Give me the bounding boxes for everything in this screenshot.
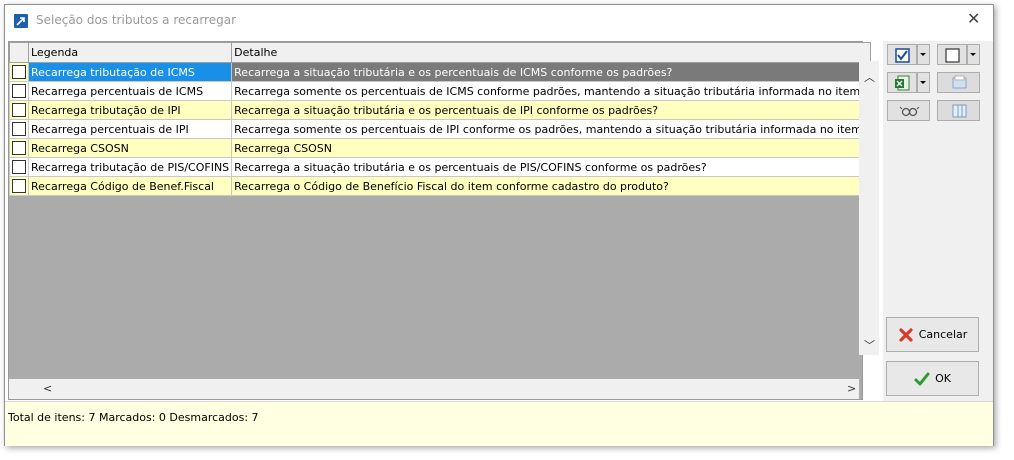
row-checkbox[interactable] [12,103,26,117]
row-checkbox[interactable] [12,84,26,98]
scroll-right-icon[interactable]: > [847,382,856,395]
window-title: Seleção dos tributos a recarregar [36,13,237,27]
row-checkbox[interactable] [12,141,26,155]
row-checkbox[interactable] [12,122,26,136]
uncheck-all-icon [945,48,960,63]
close-icon[interactable]: ✕ [967,11,980,27]
row-checkbox[interactable] [12,160,26,174]
row-detalhe[interactable]: Recarrega a situação tributária e os per… [231,100,871,120]
status-text: Total de itens: 7 Marcados: 0 Desmarcado… [8,411,259,424]
row-detalhe[interactable]: Recarrega CSOSN [231,138,871,158]
column-header-detalhe[interactable]: Detalhe [231,42,871,63]
uncheck-all-dropdown[interactable] [967,44,980,65]
columns-button[interactable] [937,100,980,121]
horizontal-scrollbar[interactable]: < > [9,379,859,399]
table-row[interactable]: Recarrega percentuais de ICMS Recarrega … [9,81,871,101]
row-detalhe[interactable]: Recarrega a situação tributária e os per… [231,157,871,177]
excel-icon [895,75,910,91]
table-row[interactable]: Recarrega tributação de PIS/COFINS Recar… [9,157,871,177]
print-button[interactable] [937,72,980,93]
header-checkbox-column [9,42,29,63]
grid-header-row: Legenda Detalhe [9,42,871,63]
table-row[interactable]: Recarrega tributação de IPI Recarrega a … [9,100,871,120]
ok-button[interactable]: OK [886,361,979,396]
scroll-up-icon[interactable]: ︿ [864,69,875,85]
checkmark-icon [914,372,930,385]
cancel-label: Cancelar [918,328,968,341]
table-row[interactable]: Recarrega percentuais de IPI Recarrega s… [9,119,871,139]
cancel-icon [899,327,913,342]
row-detalhe[interactable]: Recarrega o Código de Benefício Fiscal d… [231,176,871,196]
row-detalhe[interactable]: Recarrega somente os percentuais de ICMS… [231,81,871,101]
table-row[interactable]: Recarrega CSOSN Recarrega CSOSN [9,138,871,158]
row-legenda[interactable]: Recarrega percentuais de ICMS [27,81,233,101]
row-legenda[interactable]: Recarrega tributação de IPI [27,100,233,120]
table-row[interactable]: Recarrega tributação de ICMS Recarrega a… [9,62,871,82]
cancel-button[interactable]: Cancelar [886,317,979,352]
ok-label: OK [935,372,951,385]
row-detalhe[interactable]: Recarrega a situação tributária e os per… [231,62,871,82]
check-all-dropdown[interactable] [917,44,930,65]
glasses-icon [899,106,920,117]
status-bar: Total de itens: 7 Marcados: 0 Desmarcado… [5,401,993,446]
scroll-down-icon[interactable]: ﹀ [864,337,875,353]
export-dropdown[interactable] [917,72,930,93]
table-row[interactable]: Recarrega Código de Benef.Fiscal Recarre… [9,176,871,196]
row-legenda[interactable]: Recarrega percentuais de IPI [27,119,233,139]
title-bar: Seleção dos tributos a recarregar ✕ [5,5,993,36]
column-header-legenda[interactable]: Legenda [27,42,233,63]
columns-icon [952,104,967,118]
row-checkbox[interactable] [12,179,26,193]
vertical-scrollbar[interactable]: ︿ ﹀ [859,61,879,355]
check-all-icon [895,48,910,63]
app-icon [14,14,28,28]
row-legenda[interactable]: Recarrega tributação de ICMS [27,62,233,82]
printer-icon [952,75,967,89]
dialog-window: Seleção dos tributos a recarregar ✕ Lege… [4,4,994,446]
tributos-grid: Legenda Detalhe Recarrega tributação de … [8,41,871,400]
export-excel-button[interactable] [887,72,917,93]
uncheck-all-button[interactable] [937,44,967,65]
row-legenda[interactable]: Recarrega CSOSN [27,138,233,158]
grid-table: Legenda Detalhe Recarrega tributação de … [9,42,871,196]
scroll-left-icon[interactable]: < [43,382,52,395]
check-all-button[interactable] [887,44,917,65]
row-detalhe[interactable]: Recarrega somente os percentuais de IPI … [231,119,871,139]
row-checkbox[interactable] [12,65,26,79]
row-legenda[interactable]: Recarrega Código de Benef.Fiscal [27,176,233,196]
row-legenda[interactable]: Recarrega tributação de PIS/COFINS [27,157,233,177]
view-button[interactable] [887,100,930,121]
